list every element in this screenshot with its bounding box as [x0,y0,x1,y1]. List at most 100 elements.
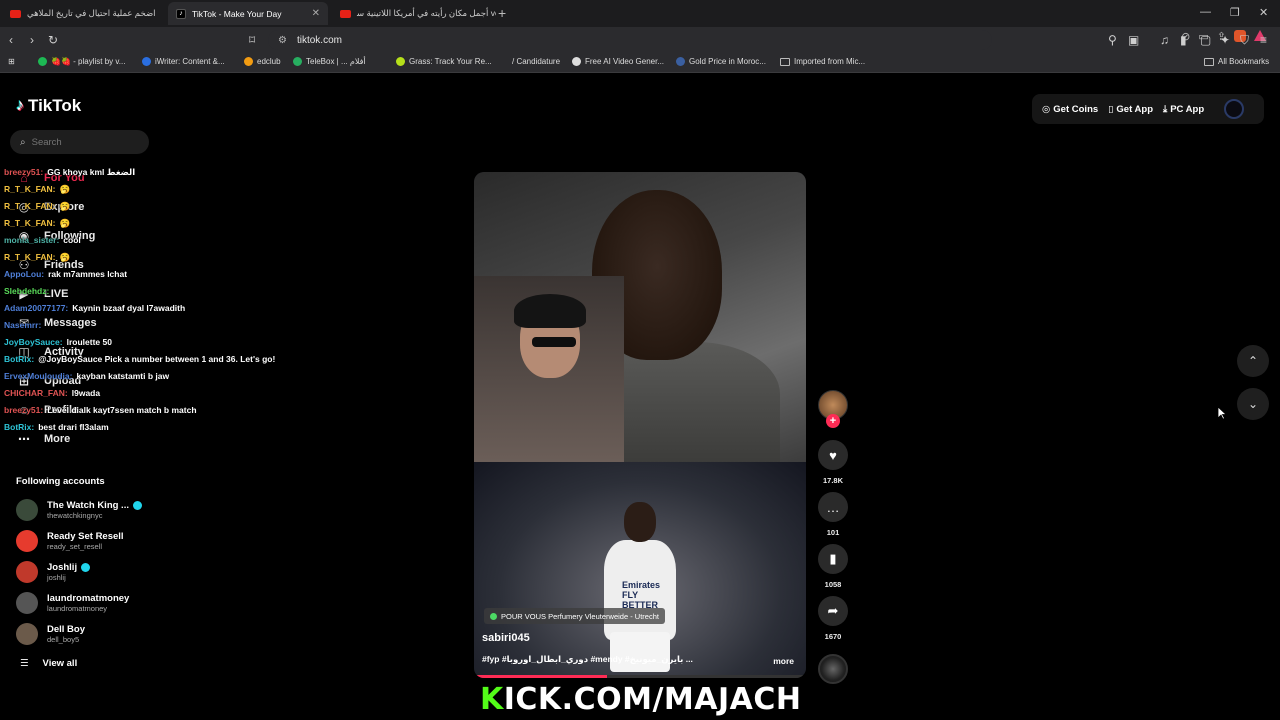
vpn-icon[interactable]: ⛉ [1240,32,1249,48]
pc-app-button[interactable]: ⤓ PC App [1163,104,1204,115]
sidebar-icon[interactable]: ▮ [1180,32,1187,48]
apps-grid-icon[interactable]: ⊞ [8,57,15,66]
all-bookmarks-folder[interactable]: All Bookmarks [1204,57,1269,66]
forward-icon[interactable]: › [30,32,34,48]
previous-video-button[interactable]: ⌃ [1237,345,1269,377]
close-window-icon[interactable]: ✕ [1259,6,1268,19]
account-handle: ready_set_resell [47,542,103,551]
media-icon[interactable]: ♫ [1160,32,1169,48]
extensions-icon[interactable]: ⚲ [1108,32,1117,48]
tab-title: اضخم عملية احتيال في تاريخ الملاهي [27,8,156,18]
folder-icon [780,57,790,66]
stream-chat-overlay: breezy51: GG khoya kml الضغط R_T_K_FAN: 🥱 R_… [4,164,324,436]
download-icon: ⤓ [1163,103,1168,115]
tab-title: أجمل مكان رأيته في أمريكا اللاتينية ﺳ ve [357,8,496,18]
browser-tab[interactable]: أجمل مكان رأيته في أمريكا اللاتينية ﺳ ve [332,2,496,25]
chat-username: JoyBoySauce: [4,337,63,347]
following-account[interactable]: Dell Boy dell_boy5 [16,623,85,645]
logo-text: TikTok [28,96,82,115]
following-account[interactable]: The Watch King ... thewatchkingnyc [16,499,142,521]
following-account[interactable]: Joshlij joshlij [16,561,91,583]
streamer-hair [514,294,586,328]
bookmark-label: Free AI Video Gener... [585,57,665,66]
football-player: Emirates FLY BETTER [600,502,680,678]
chat-message: BotRix: @JoyBoySauce Pick a number betwee… [4,351,324,368]
chat-username: BotRix: [4,422,35,432]
chat-username: R_T_K_FAN: [4,201,56,211]
chat-message: Adam20077177: Kaynin bzaaf dyal l7awadith [4,300,324,317]
browser-toolbar: ‹ › ↻ ⌑ ⚙ tiktok.com ⊘ ▭ ⇪ ⚲ ▣ ♫ ▮ ▢ ✦ ⛉… [0,27,1280,53]
address-bar[interactable]: ⚙ tiktok.com [268,30,992,50]
music-disc[interactable] [818,654,848,684]
bookmark-label: TeleBox | ... أفلام [306,57,366,66]
minimize-icon[interactable]: — [1200,6,1211,18]
bookmark-label: Imported from Mic... [794,57,866,66]
video-player[interactable]: Emirates FLY BETTER POUR VOUS Perfumery … [474,172,806,678]
video-frame-top [474,172,806,472]
close-tab-icon[interactable]: ✕ [312,8,320,19]
chat-text: rak m7ammes lchat [48,269,128,279]
following-account[interactable]: laundromatmoney laundromatmoney [16,592,129,614]
browser-tab-active[interactable]: ♪ TikTok - Make Your Day ✕ [168,2,328,25]
chat-text: 🥱 [59,184,71,194]
screenshot-icon[interactable]: ▣ [1128,32,1139,48]
folder-icon [1204,57,1214,66]
bookmark-item[interactable]: TeleBox | ... أفلام [293,57,366,66]
location-pin-icon [490,612,497,620]
pc-app-label: PC App [1170,103,1205,115]
share-button[interactable]: ➦ [818,596,848,626]
back-icon[interactable]: ‹ [9,32,13,48]
bookmark-label: All Bookmarks [1218,57,1270,66]
share-count: 1670 [824,632,842,641]
menu-icon[interactable]: ≡ [1260,32,1267,48]
account-name: Ready Set Resell [47,531,124,542]
tiktok-logo[interactable]: ♪ TikTok [16,96,81,116]
next-video-button[interactable]: ⌄ [1237,388,1269,420]
account-handle: laundromatmoney [47,604,108,613]
location-tag[interactable]: POUR VOUS Perfumery Vleuterweide - Utrec… [484,608,665,624]
search-input[interactable] [31,136,132,148]
chat-text: 🥱 [59,201,71,211]
chat-text: l9wada [71,388,101,398]
profile-avatar[interactable] [1224,99,1245,119]
bookmark-item[interactable]: edclub [244,57,281,66]
bookmark-item[interactable]: iWriter: Content &... [142,57,225,66]
bookmark-folder[interactable]: Imported from Mic... [780,57,865,66]
bookmark-item[interactable]: Free AI Video Gener... [572,57,664,66]
get-coins-button[interactable]: ◎ Get Coins [1042,104,1098,115]
bookmark-item[interactable]: Gold Price in Moroc... [676,57,766,66]
site-info-icon[interactable]: ⚙ [278,35,287,46]
bookmark-label: 🍓🍓 - playlist by v... [51,57,126,66]
leo-ai-icon[interactable]: ✦ [1220,32,1230,48]
restore-icon[interactable]: ❐ [1230,6,1240,19]
bookmark-item[interactable]: Grass: Track Your Re... [396,57,492,66]
follow-plus-icon[interactable]: + [826,414,840,428]
following-account[interactable]: Ready Set Resell ready_set_resell [16,530,124,552]
wallet-icon[interactable]: ▢ [1200,32,1211,48]
chat-message: R_T_K_FAN: 🥱 [4,215,324,232]
bookmark-item[interactable]: / Candidature [512,57,560,66]
chat-username: Slebdehdz: [4,286,50,296]
bookmark-page-icon[interactable]: ⌑ [249,32,255,48]
chat-username: breezy51: [4,167,44,177]
grass-icon [396,57,405,66]
new-tab-icon[interactable]: + [498,5,506,21]
video-progress-fill [474,675,607,678]
browser-tab[interactable]: اضخم عملية احتيال في تاريخ الملاهي [2,2,166,25]
chat-message: BotRix: best drari fl3alam [4,419,324,436]
search-box[interactable]: ⌕ [10,130,149,154]
video-progress[interactable] [474,675,806,678]
get-app-label: Get App [1116,103,1153,115]
reload-icon[interactable]: ↻ [48,32,58,48]
chat-username: AppoLou: [4,269,45,279]
save-button[interactable]: ▮ [818,544,848,574]
comment-button[interactable]: … [818,492,848,522]
caption-more-button[interactable]: more [773,656,794,666]
chat-message: ErvexMouloudia: kayban katstamti b jaw [4,368,324,385]
chat-text: 🥱 [59,218,71,228]
video-author[interactable]: sabiri045 [482,632,530,644]
view-all-button[interactable]: ☰ View all [20,658,77,669]
get-app-button[interactable]: ▯ Get App [1108,104,1153,115]
like-button[interactable]: ♥ [818,440,848,470]
bookmark-item[interactable]: 🍓🍓 - playlist by v... [38,57,125,66]
